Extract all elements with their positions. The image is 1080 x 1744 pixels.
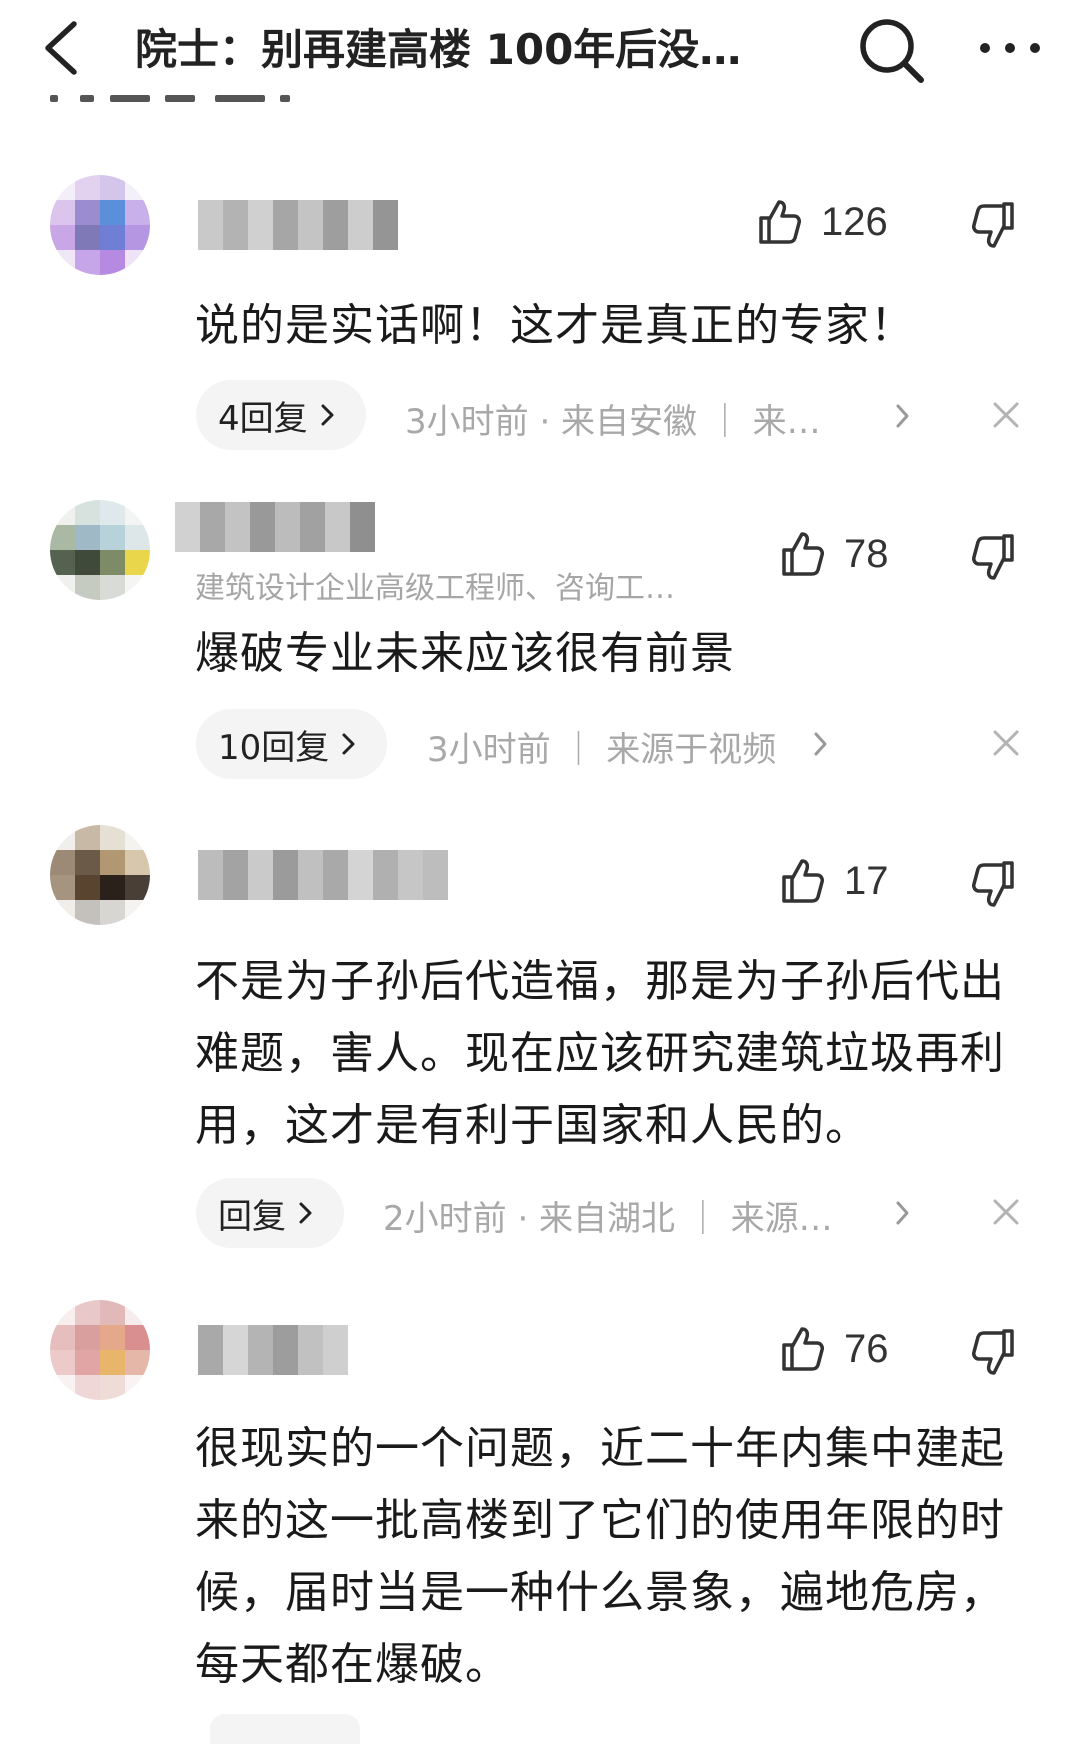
more-dots-icon[interactable] [975,20,1045,76]
chevron-right-icon [299,1202,312,1224]
page-title: 院士：别再建高楼 100年后没… [135,25,742,74]
chevron-right-icon [321,404,334,426]
close-icon[interactable] [992,401,1020,429]
chevron-right-icon[interactable] [893,402,913,430]
like-count: 17 [844,858,889,903]
thumbs-down-icon[interactable] [968,198,1020,254]
comment-meta: 3小时前 ｜ 来源于视频 [427,730,777,770]
thumbs-down-icon[interactable] [968,530,1020,586]
username-blurred[interactable] [198,200,398,250]
user-title: 建筑设计企业高级工程师、咨询工… [195,571,675,606]
back-chevron-icon[interactable] [38,18,88,78]
reply-label: 10回复 [218,727,330,768]
avatar[interactable] [50,175,150,275]
like-button[interactable]: 78 [780,526,889,582]
comment-text: 爆破专业未来应该很有前景 [195,628,735,679]
reply-button[interactable]: 10回复 [196,709,388,779]
chevron-right-icon [342,733,355,755]
reply-label: 回复 [218,1196,286,1237]
thumbs-up-icon [782,1327,824,1371]
reply-label: 4回复 [218,398,308,439]
username-blurred[interactable] [175,502,375,552]
like-button[interactable]: 126 [757,194,888,250]
like-count: 126 [821,199,888,244]
like-count: 76 [844,1326,889,1371]
comment-text: 说的是实话啊！这才是真正的专家！ [195,300,915,351]
thumbs-down-icon[interactable] [968,857,1020,913]
comment-text: 不是为子孙后代造福，那是为子孙后代出难题，害人。现在应该研究建筑垃圾再利用，这才… [195,956,1005,1151]
comment-meta: 2小时前 · 来自湖北 ｜ 来源… [383,1199,833,1239]
thumbs-up-icon [782,532,824,576]
reply-button[interactable]: 4回复 [196,380,366,450]
search-icon[interactable] [855,14,927,86]
like-count: 78 [844,531,889,576]
chevron-right-icon[interactable] [811,730,831,758]
username-blurred[interactable] [198,1325,348,1375]
like-button[interactable]: 76 [780,1321,889,1377]
thumbs-up-icon [759,200,801,244]
avatar[interactable] [50,500,150,600]
thumbs-down-icon[interactable] [968,1325,1020,1381]
thumbs-up-icon [782,859,824,903]
reply-button-partial[interactable] [210,1714,360,1744]
reply-button[interactable]: 回复 [196,1178,344,1248]
close-icon[interactable] [992,729,1020,757]
username-blurred[interactable] [198,850,448,900]
close-icon[interactable] [992,1198,1020,1226]
clipped-text-fragment [40,95,300,107]
top-bar: 院士：别再建高楼 100年后没… [0,0,1080,102]
avatar[interactable] [50,1300,150,1400]
chevron-right-icon[interactable] [893,1199,913,1227]
like-button[interactable]: 17 [780,853,889,909]
comment-meta: 3小时前 · 来自安徽 ｜ 来… [405,402,821,442]
comment-text: 很现实的一个问题，近二十年内集中建起来的这一批高楼到了它们的使用年限的时候，届时… [195,1423,1005,1690]
avatar[interactable] [50,825,150,925]
